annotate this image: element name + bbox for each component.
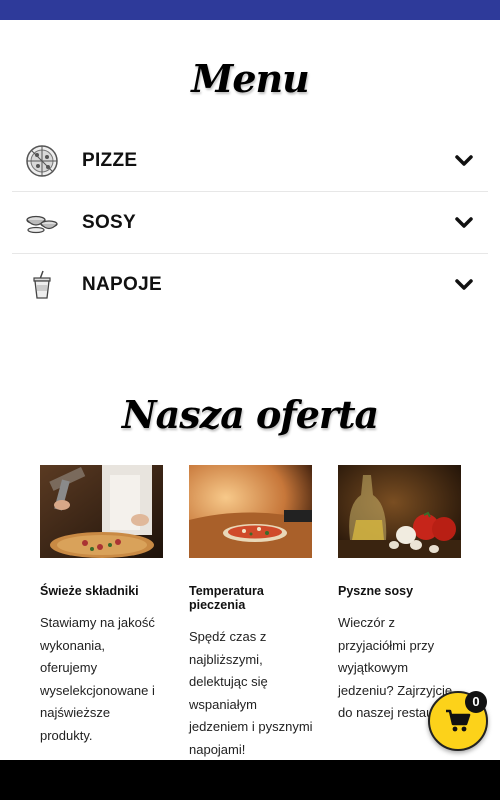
card-text: Spędź czas z najbliższymi, delektując si… — [189, 629, 313, 757]
pizza-icon — [24, 143, 60, 179]
offer-title: Nasza oferta — [121, 392, 379, 437]
accordion-label: NAPOJE — [82, 274, 162, 295]
chevron-down-icon[interactable] — [454, 214, 474, 232]
shopping-cart-icon — [446, 709, 471, 732]
menu-accordion: PIZZE SOSY NAPOJE — [12, 130, 488, 316]
status-bar — [0, 0, 500, 20]
accordion-item-sosy[interactable]: SOSY — [12, 192, 488, 254]
chef-pizza-photo — [40, 465, 163, 558]
oil-garlic-tomato-photo — [338, 465, 461, 558]
chevron-down-icon[interactable] — [454, 152, 474, 170]
drink-cup-icon — [24, 267, 60, 303]
pizza-oven-photo — [189, 465, 312, 558]
card-title: Temperatura pieczenia — [189, 584, 264, 612]
chevron-down-icon[interactable] — [454, 276, 474, 294]
navigation-bar — [0, 760, 500, 800]
card-title: Pyszne sosy — [338, 584, 414, 598]
accordion-item-napoje[interactable]: NAPOJE — [12, 254, 488, 316]
cart-count-badge: 0 — [465, 691, 487, 713]
card-text: Stawiamy na jakość wykonania, oferujemy … — [40, 615, 155, 743]
sauce-bowls-icon — [24, 205, 60, 241]
card-title: Świeże składniki — [40, 584, 139, 598]
accordion-label: PIZZE — [82, 149, 138, 171]
accordion-label: SOSY — [82, 211, 136, 233]
accordion-item-pizze[interactable]: PIZZE — [12, 130, 488, 192]
offer-card-tasty-sauces: Pyszne sosy Wieczór z przyjaciółmi przy … — [338, 465, 462, 725]
menu-title: Menu — [191, 56, 310, 101]
offer-card-baking-temperature: Temperatura pieczenia Spędź czas z najbl… — [189, 465, 313, 761]
offer-card-fresh-ingredients: Świeże składniki Stawiamy na jakość wyko… — [40, 465, 164, 747]
